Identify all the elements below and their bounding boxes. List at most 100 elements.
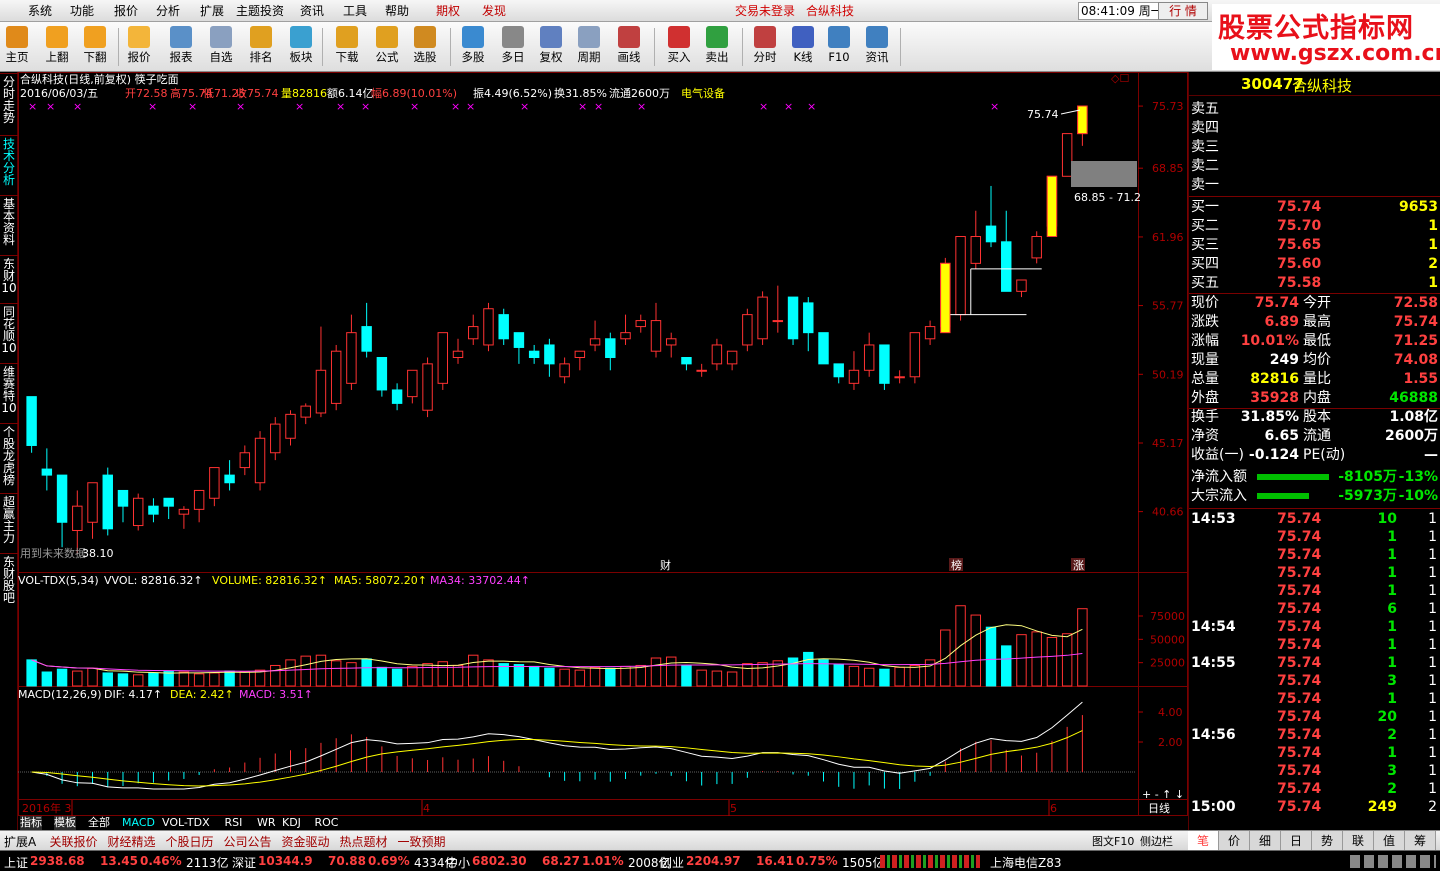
toolbar-intraday-button[interactable]: 分时 <box>748 25 782 69</box>
event-marker: 榜 <box>951 558 962 572</box>
quote-tab-0[interactable]: 笔 <box>1188 831 1219 851</box>
toolbar-arrow-up-button[interactable]: 上翻 <box>40 25 74 69</box>
toolbar-yen-button[interactable]: 报价 <box>122 25 156 69</box>
index-name[interactable]: 创业 <box>660 854 684 871</box>
toolbar-f10-button[interactable]: F10 <box>822 25 856 69</box>
indicator-tab-8[interactable]: ROC <box>314 816 339 830</box>
left-nav: 分时走势技术分析基本资料东财10 同花顺10 维赛特10 个股龙虎榜超赢主力东财股吧 <box>0 72 18 830</box>
indicator-tab-6[interactable]: WR <box>257 816 276 830</box>
menu-item-8[interactable]: 帮助 <box>385 3 409 19</box>
toolbar-multi-day-button[interactable]: 多日 <box>496 25 530 69</box>
left-nav-tab-7[interactable]: 超赢主力 <box>1 496 17 544</box>
left-nav-tab-1[interactable]: 技术分析 <box>1 138 17 186</box>
signal-marker: × <box>73 100 82 113</box>
menu-options[interactable]: 期权 <box>436 3 460 19</box>
toolbar-home-button[interactable]: 主页 <box>0 25 34 69</box>
sell-icon <box>706 26 728 48</box>
tick-price: 75.74 <box>1277 799 1322 815</box>
stat-key: PE(动) <box>1303 447 1346 463</box>
quote-tab-1[interactable]: 价 <box>1219 831 1250 851</box>
menu-item-6[interactable]: 资讯 <box>300 3 324 19</box>
menu-item-3[interactable]: 分析 <box>156 3 180 19</box>
quote-tab-6[interactable]: 值 <box>1374 831 1405 851</box>
arrow-up-icon <box>46 26 68 48</box>
quote-tab-4[interactable]: 势 <box>1312 831 1343 851</box>
menu-item-5[interactable]: 主题投资 <box>236 3 284 19</box>
index-name[interactable]: 上证 <box>4 854 28 871</box>
menu-discover[interactable]: 发现 <box>482 3 506 19</box>
left-nav-tab-5[interactable]: 维赛特10 <box>1 366 17 414</box>
quote-tab-2[interactable]: 细 <box>1250 831 1281 851</box>
indicator-tab-4[interactable]: VOL-TDX <box>162 816 210 830</box>
tick-row: 75.74 1 1 <box>1189 744 1440 762</box>
toolbar-draw-line-button[interactable]: 画线 <box>612 25 646 69</box>
toolbar-news-button[interactable]: 资讯 <box>860 25 894 69</box>
quote-mode-button[interactable]: 行 情 <box>1158 2 1208 20</box>
menu-item-0[interactable]: 系统 <box>28 3 52 19</box>
indicator-tab-2[interactable]: 全部 <box>88 816 110 830</box>
quote-tab-7[interactable]: 筹 <box>1405 831 1436 851</box>
menu-item-7[interactable]: 工具 <box>343 3 367 19</box>
index-name[interactable]: 深证 <box>232 854 256 871</box>
left-nav-tab-2[interactable]: 基本资料 <box>1 198 17 246</box>
left-nav-tab-4[interactable]: 同花顺10 <box>1 306 17 354</box>
bottom-tab-7[interactable]: 一致预期 <box>398 833 446 850</box>
nav-divider <box>0 493 18 494</box>
bottom-tab-6[interactable]: 热点题材 <box>340 833 388 850</box>
f10-text-button[interactable]: 图文F10 <box>1092 833 1134 849</box>
tick-row: 75.74 1 1 <box>1189 690 1440 708</box>
indicator-tab-7[interactable]: KDJ <box>282 816 301 830</box>
volume-bar <box>41 671 53 687</box>
bottom-tab-5[interactable]: 资金驱动 <box>282 833 330 850</box>
tick-volume: 6 <box>1387 601 1397 617</box>
left-nav-tab-3[interactable]: 东财10 <box>1 258 17 294</box>
bottom-tab-1[interactable]: 关联报价 <box>50 833 98 850</box>
sidebar-toggle[interactable]: 侧边栏 <box>1140 833 1173 849</box>
toolbar-f6-button[interactable]: 自选 <box>204 25 238 69</box>
bottom-tab-2[interactable]: 财经精选 <box>108 833 156 850</box>
toolbar-buy-button[interactable]: 买入 <box>662 25 696 69</box>
toolbar-report-button[interactable]: 报表 <box>164 25 198 69</box>
toolbar-sell-button[interactable]: 卖出 <box>700 25 734 69</box>
toolbar-select-stock-button[interactable]: 选股 <box>408 25 442 69</box>
menu-item-2[interactable]: 报价 <box>114 3 138 19</box>
bottom-tab-4[interactable]: 公司公告 <box>224 833 272 850</box>
indicator-tab-0[interactable]: 指标 <box>20 816 42 830</box>
network-status[interactable]: 上海电信Z83 <box>990 854 1062 871</box>
left-nav-tab-6[interactable]: 个股龙虎榜 <box>1 426 17 486</box>
toolbar-formula-button[interactable]: 公式 <box>370 25 404 69</box>
toolbar-kline-button[interactable]: K线 <box>786 25 820 69</box>
bottom-tab-3[interactable]: 个股日历 <box>166 833 214 850</box>
indicator-tab-5[interactable]: RSI <box>224 816 243 830</box>
menu-item-4[interactable]: 扩展 <box>200 3 224 19</box>
toolbar-separator <box>450 28 451 66</box>
volume-bar <box>300 655 311 687</box>
chart-area[interactable]: 合纵科技(日线,前复权) 筷子吃面 2016/06/03/五 开72.58 高75.7… <box>18 72 1188 816</box>
candle-body <box>330 350 342 404</box>
quote-tab-5[interactable]: 联 <box>1343 831 1374 851</box>
indicator-tab-3[interactable]: MACD <box>122 816 155 830</box>
toolbar-arrow-down-button[interactable]: 下翻 <box>78 25 112 69</box>
stat-value: 74.08 <box>1393 352 1438 368</box>
login-status[interactable]: 交易未登录 <box>735 3 795 19</box>
toolbar-download-button[interactable]: 下载 <box>330 25 364 69</box>
restore-rights-icon <box>540 26 562 48</box>
bottom-tab-0[interactable]: 扩展A <box>4 833 36 850</box>
quote-tab-3[interactable]: 日 <box>1281 831 1312 851</box>
toolbar-restore-rights-button[interactable]: 复权 <box>534 25 568 69</box>
left-nav-tab-0[interactable]: 分时走势 <box>1 76 17 124</box>
tick-count: 1 <box>1428 655 1437 671</box>
volume-bar <box>209 672 220 687</box>
ask-row: 卖四 <box>1189 119 1440 138</box>
kline-chart[interactable]: 合纵科技(日线,前复权) 筷子吃面2016/06/03/五 开72.58 高75.7… <box>18 72 1188 816</box>
indicator-tab-1[interactable]: 模板 <box>54 816 76 830</box>
menu-item-1[interactable]: 功能 <box>70 3 94 19</box>
toolbar-ranking-button[interactable]: 排名 <box>244 25 278 69</box>
index-name[interactable]: 中小 <box>446 854 470 871</box>
toolbar-blocks-button[interactable]: 板块 <box>284 25 318 69</box>
toolbar-f8-button[interactable]: 周期 <box>572 25 606 69</box>
download-icon <box>336 26 358 48</box>
toolbar-multi-stock-button[interactable]: 多股 <box>456 25 490 69</box>
candle-body <box>711 344 723 365</box>
left-nav-tab-8[interactable]: 东财股吧 <box>1 556 17 604</box>
